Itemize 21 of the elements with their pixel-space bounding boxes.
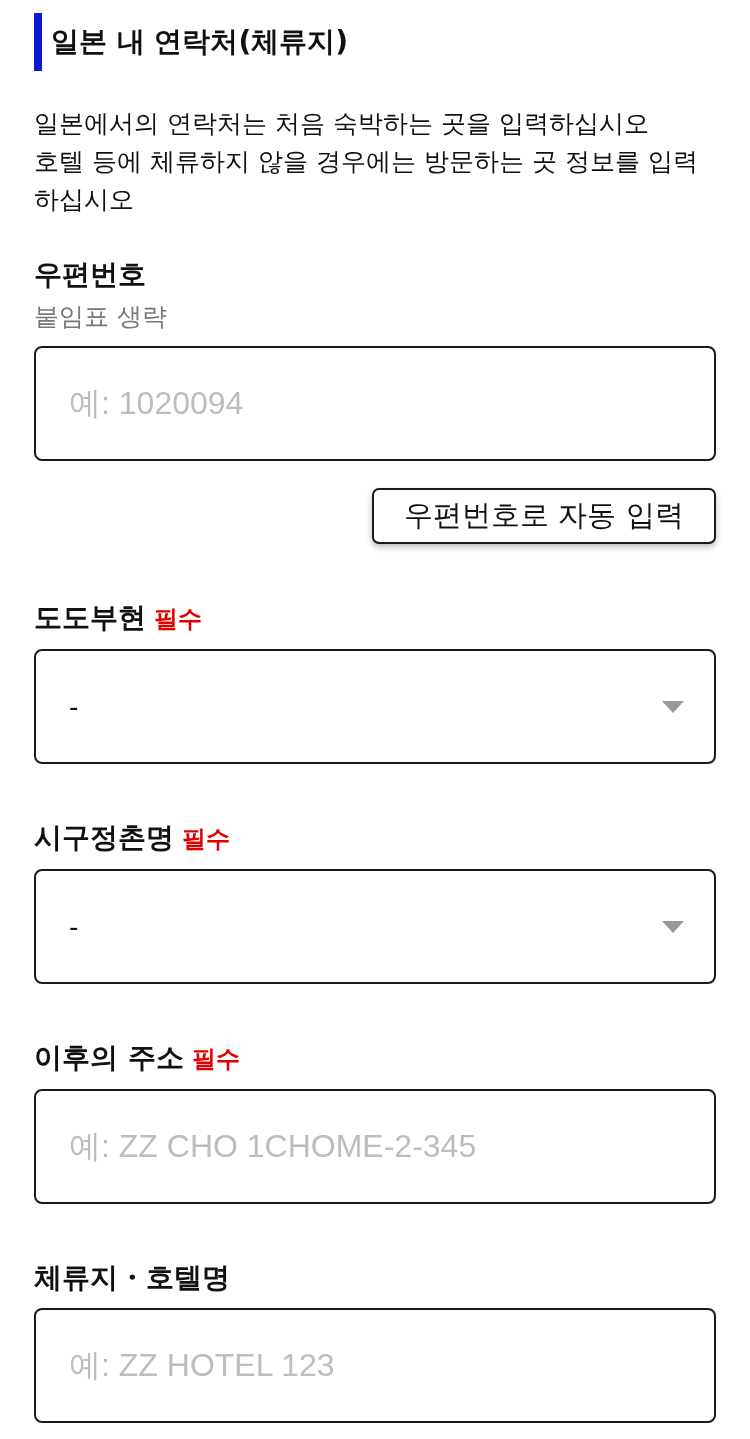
description-text: 일본에서의 연락처는 처음 숙박하는 곳을 입력하십시오 <box>34 108 650 140</box>
input-field[interactable]: 예: ZZ HOTEL 123 <box>34 1308 716 1423</box>
field-hint: 붙임표 생략 <box>34 301 168 333</box>
required-label: 필수 <box>182 824 230 855</box>
dropdown-field[interactable]: - <box>34 649 716 764</box>
input-field[interactable]: 예: 1020094 <box>34 346 716 461</box>
field-label: 우편번호 <box>34 257 146 293</box>
dropdown-field[interactable]: - <box>34 869 716 984</box>
auto-fill-button[interactable]: 우편번호로 자동 입력 <box>372 488 716 544</box>
description-text: 호텔 등에 체류하지 않을 경우에는 방문하는 곳 정보를 입력하십시오 <box>34 146 699 216</box>
caret-icon <box>662 920 684 933</box>
accent-bar <box>34 13 42 71</box>
field-label: 시구정촌명 <box>34 820 174 856</box>
caret-icon <box>662 700 684 713</box>
input-field[interactable]: 예: ZZ CHO 1CHOME-2-345 <box>34 1089 716 1204</box>
required-label: 필수 <box>154 604 202 635</box>
field-label: 체류지・호텔명 <box>34 1260 230 1296</box>
field-label: 도도부현 <box>34 600 146 636</box>
field-label: 이후의 주소 <box>34 1040 184 1076</box>
required-label: 필수 <box>191 1044 240 1075</box>
section-title: 일본 내 연락처(체류지) <box>51 24 349 60</box>
